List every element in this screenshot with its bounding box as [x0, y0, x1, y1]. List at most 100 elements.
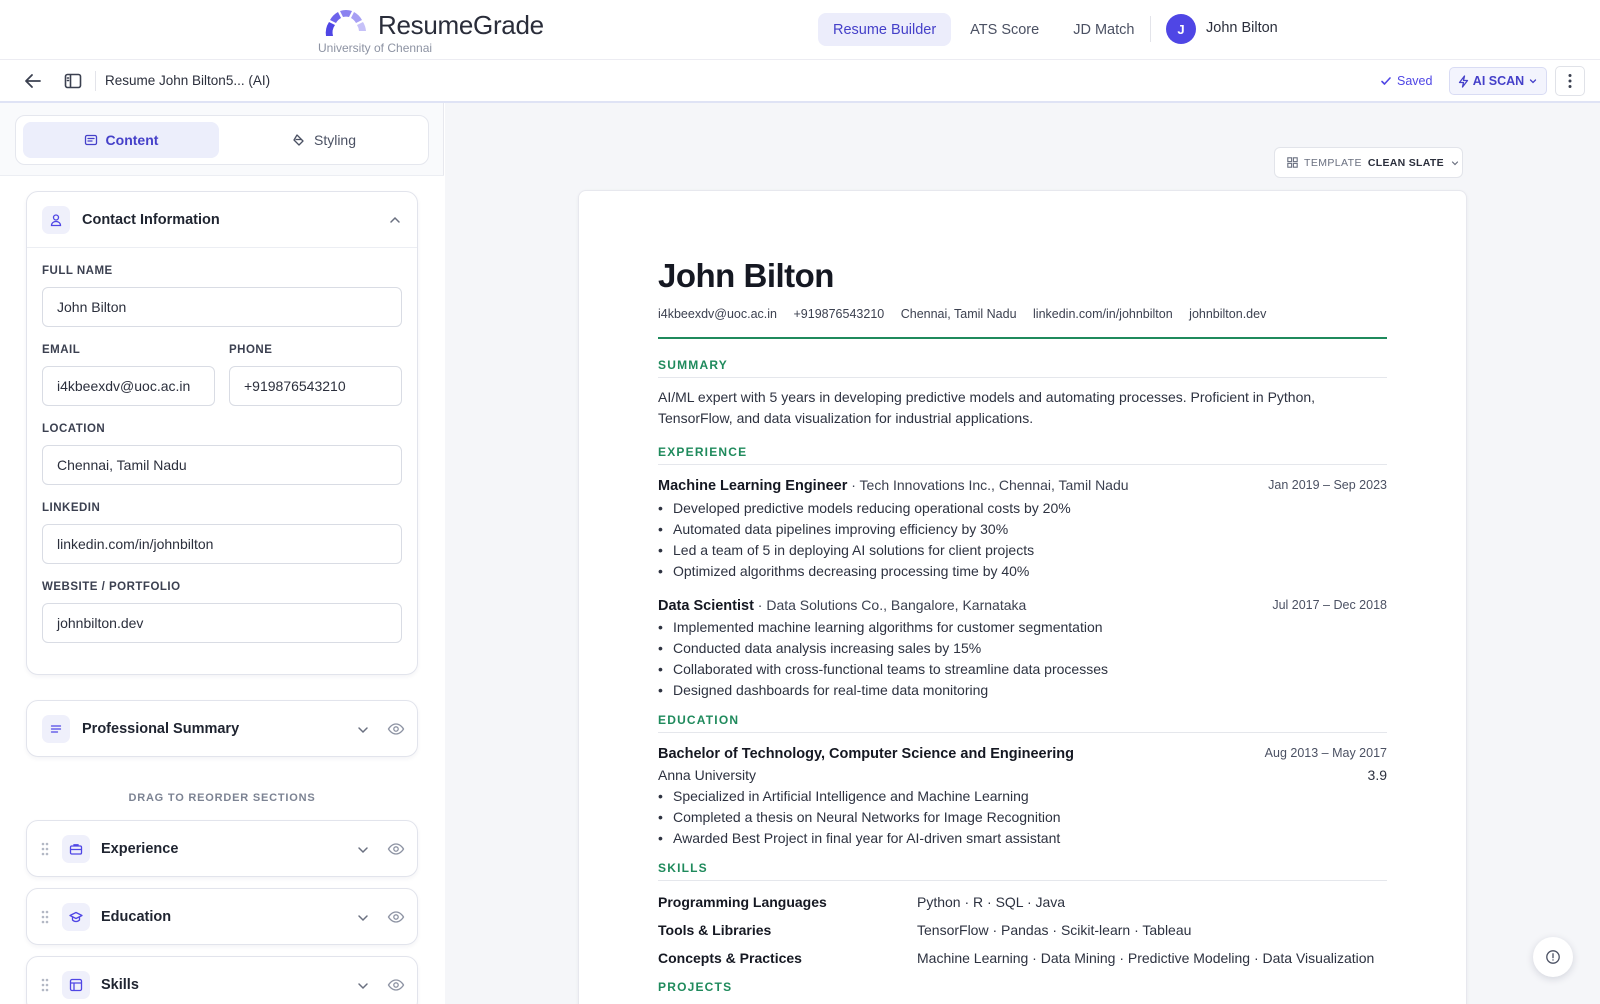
location-label: LOCATION: [42, 423, 106, 435]
chevron-down-icon: [1451, 160, 1458, 165]
chevron-down-icon[interactable]: [355, 910, 371, 926]
mode-switch: Content Styling: [15, 115, 429, 165]
job-bullet: Optimized algorithms decreasing processi…: [658, 563, 1029, 579]
text-lines-icon: [50, 725, 62, 733]
user-avatar[interactable]: J: [1166, 14, 1196, 44]
location-field[interactable]: Chennai, Tamil Nadu: [42, 445, 402, 485]
back-arrow-icon[interactable]: [22, 70, 44, 92]
professional-summary-card[interactable]: Professional Summary: [26, 700, 418, 757]
experience-section-card[interactable]: Experience: [26, 820, 418, 877]
website-label: WEBSITE / PORTFOLIO: [42, 581, 181, 593]
section-heading-skills: SKILLS: [658, 861, 708, 875]
nav-tab-resume-builder[interactable]: Resume Builder: [818, 13, 952, 46]
header-rule: [658, 337, 1387, 339]
resume-page: John Bilton i4kbeexdv@uoc.ac.in +9198765…: [578, 190, 1467, 1004]
resume-location: Chennai, Tamil Nadu: [900, 307, 1017, 321]
eye-icon[interactable]: [387, 720, 405, 738]
user-name[interactable]: John Bilton: [1206, 20, 1278, 36]
eye-icon[interactable]: [387, 840, 405, 858]
skill-category: Concepts & Practices: [658, 950, 802, 966]
job-bullet: Conducted data analysis increasing sales…: [658, 640, 981, 656]
card-icon-wrap: [42, 206, 70, 234]
tab-content-label: Content: [105, 132, 159, 148]
card-icon-wrap: [62, 835, 90, 863]
school-name: Anna University: [658, 767, 757, 783]
brand-logo[interactable]: ResumeGrade University of Chennai: [318, 4, 544, 56]
job-bullet: Developed predictive models reducing ope…: [658, 500, 1071, 516]
resume-name: John Bilton: [658, 257, 834, 294]
skills-section-card[interactable]: Skills: [26, 956, 418, 1004]
phone-field[interactable]: +919876543210: [229, 366, 402, 406]
summary-card-title: Professional Summary: [82, 721, 240, 737]
section-divider: [658, 880, 1387, 881]
nav-tab-ats-score[interactable]: ATS Score: [955, 13, 1054, 46]
website-field[interactable]: johnbilton.dev: [42, 603, 402, 643]
skill-category: Tools & Libraries: [658, 922, 772, 938]
editor-panel: Content Styling Contact Information FULL…: [0, 103, 444, 1004]
content-icon: [84, 134, 97, 146]
experience-card-title: Experience: [101, 841, 179, 857]
full-name-field[interactable]: John Bilton: [42, 287, 402, 327]
email-field[interactable]: i4kbeexdv@uoc.ac.in: [42, 366, 215, 406]
toggle-sidebar-icon[interactable]: [62, 70, 84, 92]
experience-entry: Data Scientist · Data Solutions Co., Ban…: [658, 597, 1387, 614]
saved-label: Saved: [1397, 74, 1433, 88]
tab-styling[interactable]: Styling: [226, 122, 422, 158]
full-name-label: FULL NAME: [42, 265, 113, 277]
summary-card-header[interactable]: Professional Summary: [27, 701, 417, 757]
section-heading-education: EDUCATION: [658, 713, 740, 727]
paint-drop-icon: [293, 134, 304, 146]
contact-card-title: Contact Information: [82, 212, 220, 228]
more-vertical-icon: [1568, 74, 1572, 88]
tab-content[interactable]: Content: [23, 122, 219, 158]
more-options-button[interactable]: [1555, 66, 1585, 96]
linkedin-label: LINKEDIN: [42, 502, 101, 514]
phone-label: PHONE: [229, 344, 273, 356]
summary-text: AI/ML expert with 5 years in developing …: [658, 389, 1316, 426]
education-bullet: Specialized in Artificial Intelligence a…: [658, 788, 1029, 804]
brand-name: ResumeGrade: [378, 10, 544, 40]
main-nav-tabs: Resume Builder ATS Score JD Match: [818, 13, 1153, 46]
top-navbar: ResumeGrade University of Chennai Resume…: [0, 0, 1600, 60]
job-bullet: Led a team of 5 in deploying AI solution…: [658, 542, 1034, 558]
drag-handle-icon[interactable]: [40, 841, 50, 857]
grid-layout-icon: [69, 978, 83, 992]
section-heading-projects: PROJECTS: [658, 980, 733, 994]
brand-subtitle: University of Chennai: [318, 41, 433, 55]
job-bullet: Automated data pipelines improving effic…: [658, 521, 1008, 537]
chevron-down-icon[interactable]: [355, 842, 371, 858]
contact-card-header[interactable]: Contact Information: [27, 192, 417, 248]
check-icon: [1381, 77, 1391, 85]
drag-handle-icon[interactable]: [40, 977, 50, 993]
skill-values: Machine Learning · Data Mining · Predict…: [917, 950, 1375, 966]
drag-handle-icon[interactable]: [40, 909, 50, 925]
education-section-card[interactable]: Education: [26, 888, 418, 945]
linkedin-field[interactable]: linkedin.com/in/johnbilton: [42, 524, 402, 564]
education-dates: Aug 2013 – May 2017: [1264, 746, 1387, 760]
document-title[interactable]: Resume John Bilton5... (AI): [105, 73, 270, 88]
ai-scan-button[interactable]: AI SCAN: [1449, 67, 1547, 95]
education-card-title: Education: [101, 909, 172, 925]
chevron-down-icon[interactable]: [355, 722, 371, 738]
education-bullet: Awarded Best Project in final year for A…: [658, 830, 1060, 846]
chevron-down-icon: [1530, 79, 1537, 84]
template-selector[interactable]: TEMPLATE CLEAN SLATE: [1274, 147, 1463, 178]
section-heading-experience: EXPERIENCE: [658, 445, 748, 459]
resume-contact-line: i4kbeexdv@uoc.ac.in +919876543210 Chenna…: [658, 307, 1279, 321]
chevron-down-icon[interactable]: [355, 978, 371, 994]
job-bullet: Collaborated with cross-functional teams…: [658, 661, 1108, 677]
help-button[interactable]: [1533, 937, 1573, 977]
eye-icon[interactable]: [387, 908, 405, 926]
experience-entry: Machine Learning Engineer · Tech Innovat…: [658, 477, 1387, 494]
section-heading-summary: SUMMARY: [658, 358, 728, 372]
chevron-up-icon[interactable]: [387, 212, 403, 228]
eye-icon[interactable]: [387, 976, 405, 994]
resume-preview-pane[interactable]: TEMPLATE CLEAN SLATE John Bilton i4kbeex…: [445, 103, 1600, 1004]
contact-information-card: Contact Information FULL NAME John Bilto…: [26, 191, 418, 675]
briefcase-icon: [69, 844, 83, 855]
nav-tab-jd-match[interactable]: JD Match: [1058, 13, 1149, 46]
section-divider: [658, 377, 1387, 378]
skill-values: TensorFlow · Pandas · Scikit-learn · Tab…: [917, 922, 1192, 938]
section-divider: [658, 732, 1387, 733]
card-icon-wrap: [62, 903, 90, 931]
